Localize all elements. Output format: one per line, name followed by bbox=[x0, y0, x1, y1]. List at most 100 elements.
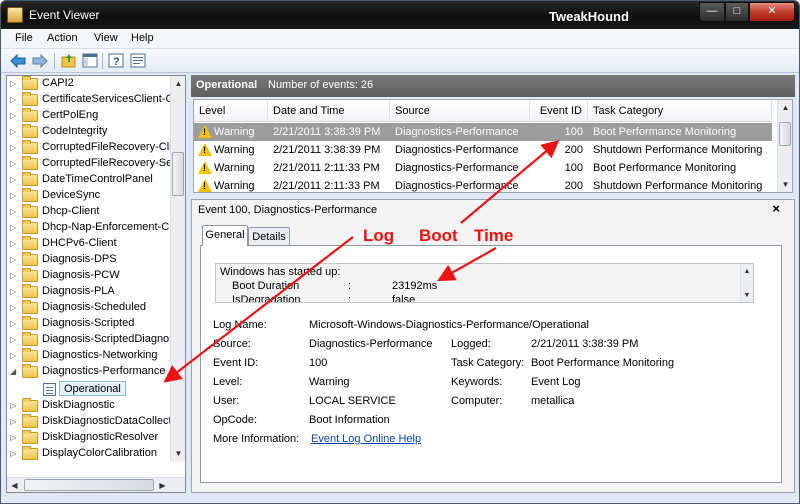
tree-item[interactable]: ▷ Dhcp-Nap-Enforcement-C bbox=[7, 220, 185, 236]
folder-icon bbox=[22, 446, 38, 460]
expand-icon[interactable]: ▷ bbox=[10, 239, 18, 248]
tree-item[interactable]: ▷ Dhcp-Client bbox=[7, 204, 185, 220]
expand-icon[interactable]: ▷ bbox=[10, 95, 18, 104]
expand-icon[interactable]: ▷ bbox=[10, 271, 18, 280]
tree-item[interactable]: ▷ Diagnostics-Networking bbox=[7, 348, 185, 364]
title-bar[interactable]: Event Viewer TweakHound — □ ✕ bbox=[1, 1, 799, 29]
expand-icon[interactable]: ▷ bbox=[10, 319, 18, 328]
tree-item[interactable]: ▷ Diagnosis-ScriptedDiagnos bbox=[7, 332, 185, 348]
tree-vertical-scrollbar[interactable]: ▲ ▼ bbox=[170, 76, 185, 462]
toolbar-separator bbox=[102, 53, 103, 69]
scroll-up-icon[interactable]: ▲ bbox=[741, 264, 753, 279]
scroll-left-icon[interactable]: ◀ bbox=[7, 478, 22, 492]
expand-icon[interactable]: ▷ bbox=[10, 303, 18, 312]
console-tree[interactable]: ▷ CAPI2 ▷ CertificateServicesClient-C ▷ Cer… bbox=[6, 75, 186, 493]
tree-item[interactable]: ▷ CorruptedFileRecovery-Serv bbox=[7, 156, 185, 172]
expand-icon[interactable]: ▷ bbox=[10, 79, 18, 88]
expand-icon[interactable]: ▷ bbox=[10, 159, 18, 168]
tree-item[interactable]: ▷ Diagnosis-PLA bbox=[7, 284, 185, 300]
expand-icon[interactable]: ▷ bbox=[10, 143, 18, 152]
tree-item[interactable]: ▷ Diagnosis-Scheduled bbox=[7, 300, 185, 316]
scroll-thumb[interactable] bbox=[172, 152, 184, 196]
event-list-scrollbar[interactable]: ▲ ▼ bbox=[777, 100, 792, 192]
expand-icon[interactable]: ▷ bbox=[10, 335, 18, 344]
show-hide-console-tree-button[interactable] bbox=[81, 52, 99, 69]
close-icon[interactable]: × bbox=[772, 201, 780, 216]
menu-file[interactable]: File bbox=[15, 32, 33, 44]
tree-item[interactable]: ▷ DateTimeControlPanel bbox=[7, 172, 185, 188]
expand-icon[interactable]: ▷ bbox=[10, 449, 18, 458]
task-category-label: Task Category: bbox=[451, 357, 525, 369]
column-event-id[interactable]: Event ID bbox=[530, 100, 588, 122]
tree-item[interactable]: ▷ CorruptedFileRecovery-Clie bbox=[7, 140, 185, 156]
tree-item[interactable]: ▷ CodeIntegrity bbox=[7, 124, 185, 140]
tab-details[interactable]: Details bbox=[248, 227, 290, 246]
back-button[interactable] bbox=[9, 52, 27, 69]
tree-item[interactable]: ▷ CertificateServicesClient-C bbox=[7, 92, 185, 108]
scroll-down-icon[interactable]: ▼ bbox=[171, 446, 185, 461]
event-row[interactable]: Warning 2/21/2011 2:11:33 PM Diagnostics… bbox=[194, 159, 772, 177]
tree-item[interactable]: ▷ DiskDiagnostic bbox=[7, 398, 185, 414]
tree-item-diagnostics-performance[interactable]: ◢ Diagnostics-Performance bbox=[7, 364, 185, 380]
column-level[interactable]: Level bbox=[194, 100, 268, 122]
expand-icon[interactable]: ▷ bbox=[10, 175, 18, 184]
scroll-down-icon[interactable]: ▼ bbox=[778, 177, 792, 192]
tree-item[interactable]: ▷ CAPI2 bbox=[7, 76, 185, 92]
tree-item[interactable]: ▷ DHCPv6-Client bbox=[7, 236, 185, 252]
event-row-selected[interactable]: Warning 2/21/2011 3:38:39 PM Diagnostics… bbox=[194, 123, 772, 141]
expand-icon[interactable]: ▷ bbox=[10, 207, 18, 216]
tree-item[interactable]: ▷ Diagnosis-Scripted bbox=[7, 316, 185, 332]
expand-icon[interactable]: ▷ bbox=[10, 191, 18, 200]
event-list[interactable]: Level Date and Time Source Event ID Task… bbox=[193, 99, 793, 193]
expand-icon[interactable]: ▷ bbox=[10, 433, 18, 442]
tree-item-operational[interactable]: Operational bbox=[7, 381, 185, 397]
column-date-time[interactable]: Date and Time bbox=[268, 100, 390, 122]
column-task-category[interactable]: Task Category bbox=[588, 100, 772, 122]
event-description[interactable]: Windows has started up: Boot Duration : … bbox=[215, 263, 754, 303]
event-category: Boot Performance Monitoring bbox=[593, 162, 737, 174]
menu-view[interactable]: View bbox=[94, 32, 118, 44]
menu-help[interactable]: Help bbox=[131, 32, 154, 44]
up-folder-button[interactable] bbox=[60, 52, 78, 69]
column-source[interactable]: Source bbox=[390, 100, 530, 122]
tab-general[interactable]: General bbox=[202, 225, 248, 246]
tree-item[interactable]: ▷ DiskDiagnosticDataCollecto bbox=[7, 414, 185, 430]
tree-item-label: DateTimeControlPanel bbox=[42, 173, 153, 185]
scroll-up-icon[interactable]: ▲ bbox=[171, 76, 185, 91]
tree-item[interactable]: ▷ Diagnosis-PCW bbox=[7, 268, 185, 284]
expand-icon[interactable]: ▷ bbox=[10, 401, 18, 410]
help-button[interactable]: ? bbox=[107, 52, 125, 69]
annotation-boot: Boot bbox=[419, 226, 458, 245]
menu-action[interactable]: Action bbox=[47, 32, 78, 44]
close-button[interactable]: ✕ bbox=[749, 2, 795, 22]
description-scrollbar[interactable]: ▲ ▼ bbox=[740, 264, 753, 302]
scroll-up-icon[interactable]: ▲ bbox=[778, 100, 792, 115]
expand-icon[interactable]: ▷ bbox=[10, 111, 18, 120]
tree-horizontal-scrollbar[interactable]: ◀ ▶ bbox=[7, 477, 185, 492]
user-value: LOCAL SERVICE bbox=[309, 395, 396, 407]
expand-icon[interactable]: ▷ bbox=[10, 223, 18, 232]
forward-button[interactable] bbox=[31, 52, 49, 69]
tree-item[interactable]: ▷ DeviceSync bbox=[7, 188, 185, 204]
expand-icon[interactable]: ▷ bbox=[10, 351, 18, 360]
collapse-icon[interactable]: ◢ bbox=[10, 367, 18, 376]
event-row[interactable]: Warning 2/21/2011 2:11:33 PM Diagnostics… bbox=[194, 177, 772, 192]
scroll-right-icon[interactable]: ▶ bbox=[155, 478, 170, 492]
event-row[interactable]: Warning 2/21/2011 3:38:39 PM Diagnostics… bbox=[194, 141, 772, 159]
scroll-down-icon[interactable]: ▼ bbox=[741, 288, 753, 302]
properties-button[interactable] bbox=[129, 52, 147, 69]
tree-item[interactable]: ▷ DiskDiagnosticResolver bbox=[7, 430, 185, 446]
scroll-thumb[interactable] bbox=[24, 479, 154, 491]
expand-icon[interactable]: ▷ bbox=[10, 255, 18, 264]
scroll-thumb[interactable] bbox=[779, 122, 791, 146]
maximize-button[interactable]: □ bbox=[725, 2, 749, 22]
tree-item-label: DiskDiagnosticDataCollecto bbox=[42, 415, 178, 427]
tree-item[interactable]: ▷ CertPolEng bbox=[7, 108, 185, 124]
minimize-button[interactable]: — bbox=[699, 2, 725, 22]
tree-item[interactable]: ▷ Diagnosis-DPS bbox=[7, 252, 185, 268]
expand-icon[interactable]: ▷ bbox=[10, 417, 18, 426]
event-log-online-help-link[interactable]: Event Log Online Help bbox=[311, 433, 421, 445]
tree-item[interactable]: ▷ DisplayColorCalibration bbox=[7, 446, 185, 462]
expand-icon[interactable]: ▷ bbox=[10, 287, 18, 296]
expand-icon[interactable]: ▷ bbox=[10, 127, 18, 136]
